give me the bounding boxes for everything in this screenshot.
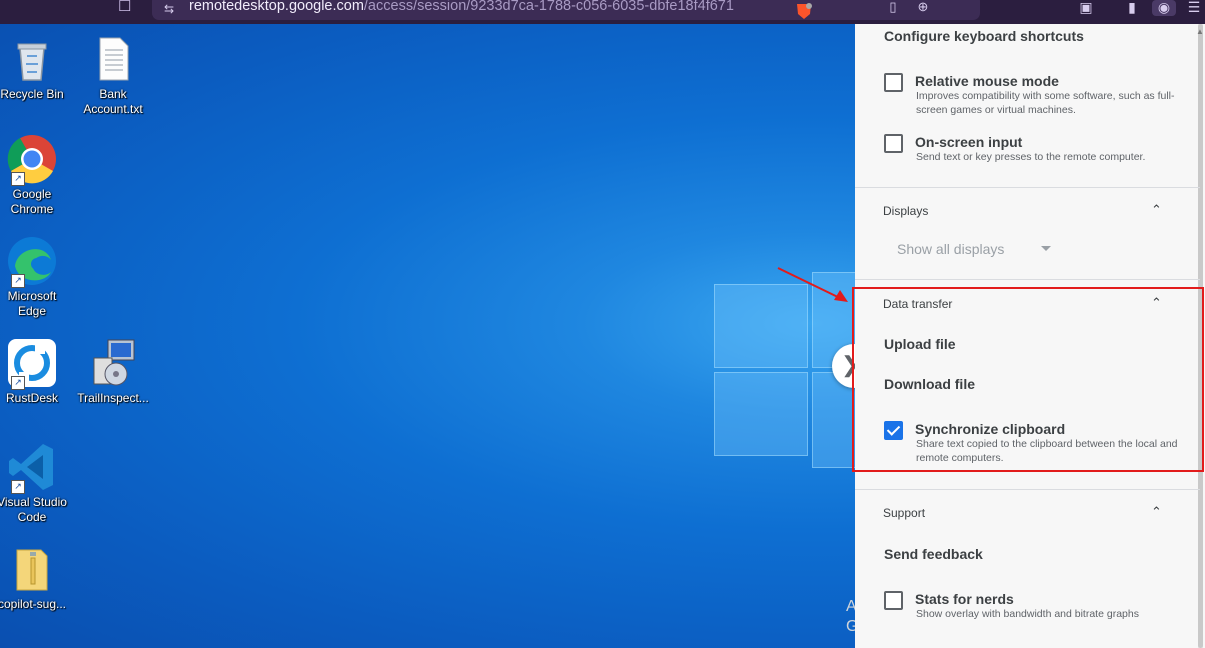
desktop-icon-microsoft-edge[interactable]: ↗ Microsoft Edge: [0, 236, 72, 319]
onscreen-input-desc: Send text or key presses to the remote c…: [916, 151, 1146, 163]
relative-mouse-checkbox[interactable]: [884, 73, 903, 92]
relative-mouse-desc: Improves compatibility with some softwar…: [916, 90, 1175, 116]
desktop-icon-label: Visual Studio Code: [0, 495, 67, 524]
shortcut-arrow-icon: ↗: [11, 172, 25, 186]
divider: [855, 187, 1200, 188]
data-transfer-highlight-box: [852, 287, 1204, 472]
activation-watermark-fragment: G: [846, 618, 855, 635]
red-annotation-arrow: [777, 267, 848, 302]
sidebar-icon[interactable]: ▮: [1122, 0, 1142, 16]
desktop-icon-label: TrailInspect...: [77, 391, 149, 405]
dropdown-caret-icon: [1041, 246, 1051, 251]
chevron-up-icon[interactable]: ⌃: [1151, 202, 1162, 218]
text-file-icon: [88, 34, 138, 84]
brave-shield-icon[interactable]: [793, 2, 815, 20]
wallet-icon[interactable]: ◉: [1152, 0, 1176, 16]
shortcut-arrow-icon: ↗: [11, 480, 25, 494]
copy-icon[interactable]: ▯: [886, 0, 900, 14]
support-header[interactable]: Support: [883, 506, 925, 520]
desktop-icon-vscode[interactable]: ↗ Visual Studio Code: [0, 442, 72, 525]
desktop-icon-copilot-folder[interactable]: copilot-sug...: [0, 544, 72, 612]
url-host: remotedesktop.google.com: [189, 0, 364, 14]
configure-shortcuts-link[interactable]: Configure keyboard shortcuts: [884, 28, 1084, 44]
vscode-icon: ↗: [7, 442, 57, 494]
displays-select-value: Show all displays: [897, 241, 1005, 257]
browser-toolbar: ☐ ⇆ remotedesktop.google.com/access/sess…: [0, 0, 1205, 24]
desktop-icon-rustdesk[interactable]: ↗ RustDesk: [0, 338, 72, 406]
displays-select[interactable]: Show all displays: [897, 241, 1057, 261]
stats-for-nerds-desc: Show overlay with bandwidth and bitrate …: [916, 608, 1139, 620]
desktop-icon-label: Microsoft Edge: [7, 289, 57, 318]
stats-for-nerds-title[interactable]: Stats for nerds: [915, 591, 1014, 607]
address-bar[interactable]: ⇆ remotedesktop.google.com/access/sessio…: [152, 0, 980, 20]
extension-icon[interactable]: ▣: [1076, 0, 1096, 16]
onscreen-input-checkbox[interactable]: [884, 134, 903, 153]
desktop-icon-bank-account[interactable]: Bank Account.txt: [73, 34, 153, 117]
menu-icon[interactable]: ☰: [1184, 0, 1204, 16]
desktop-icon-recycle-bin[interactable]: Recycle Bin: [0, 34, 72, 102]
scroll-up-icon[interactable]: ▲: [1196, 28, 1204, 36]
send-feedback-button[interactable]: Send feedback: [884, 546, 983, 562]
chevron-up-icon[interactable]: ⌃: [1151, 504, 1162, 520]
chrome-icon: ↗: [7, 134, 57, 186]
remote-desktop-view[interactable]: Recycle Bin Bank Account.txt ↗ Google Ch…: [0, 24, 855, 648]
activation-watermark-fragment: A: [846, 598, 855, 615]
displays-header[interactable]: Displays: [883, 204, 928, 218]
divider: [855, 489, 1200, 490]
desktop-icon-label: copilot-sug...: [0, 597, 67, 611]
site-settings-icon[interactable]: ⇆: [164, 2, 180, 16]
folder-icon: [7, 544, 57, 594]
bookmark-icon[interactable]: ☐: [118, 0, 136, 16]
rustdesk-icon: ↗: [7, 338, 57, 390]
desktop-icon-trailinspect[interactable]: TrailInspect...: [73, 338, 153, 406]
relative-mouse-title[interactable]: Relative mouse mode: [915, 73, 1059, 89]
shortcut-arrow-icon: ↗: [11, 274, 25, 288]
url-path: /access/session/9233d7ca-1788-c056-6035-…: [363, 0, 734, 14]
installer-icon: [88, 338, 138, 388]
desktop-icon-google-chrome[interactable]: ↗ Google Chrome: [0, 134, 72, 217]
stats-for-nerds-checkbox[interactable]: [884, 591, 903, 610]
edge-icon: ↗: [7, 236, 57, 288]
url-text[interactable]: remotedesktop.google.com/access/session/…: [189, 0, 734, 14]
desktop-icon-label: Recycle Bin: [0, 87, 64, 101]
shortcut-arrow-icon: ↗: [11, 376, 25, 390]
recycle-bin-icon: [7, 34, 57, 84]
onscreen-input-title[interactable]: On-screen input: [915, 134, 1022, 150]
desktop-icon-label: Bank Account.txt: [83, 87, 143, 116]
divider: [855, 279, 1200, 280]
zoom-icon[interactable]: ⊕: [916, 0, 930, 14]
desktop-icon-label: Google Chrome: [10, 187, 54, 216]
desktop-icon-label: RustDesk: [5, 391, 58, 405]
